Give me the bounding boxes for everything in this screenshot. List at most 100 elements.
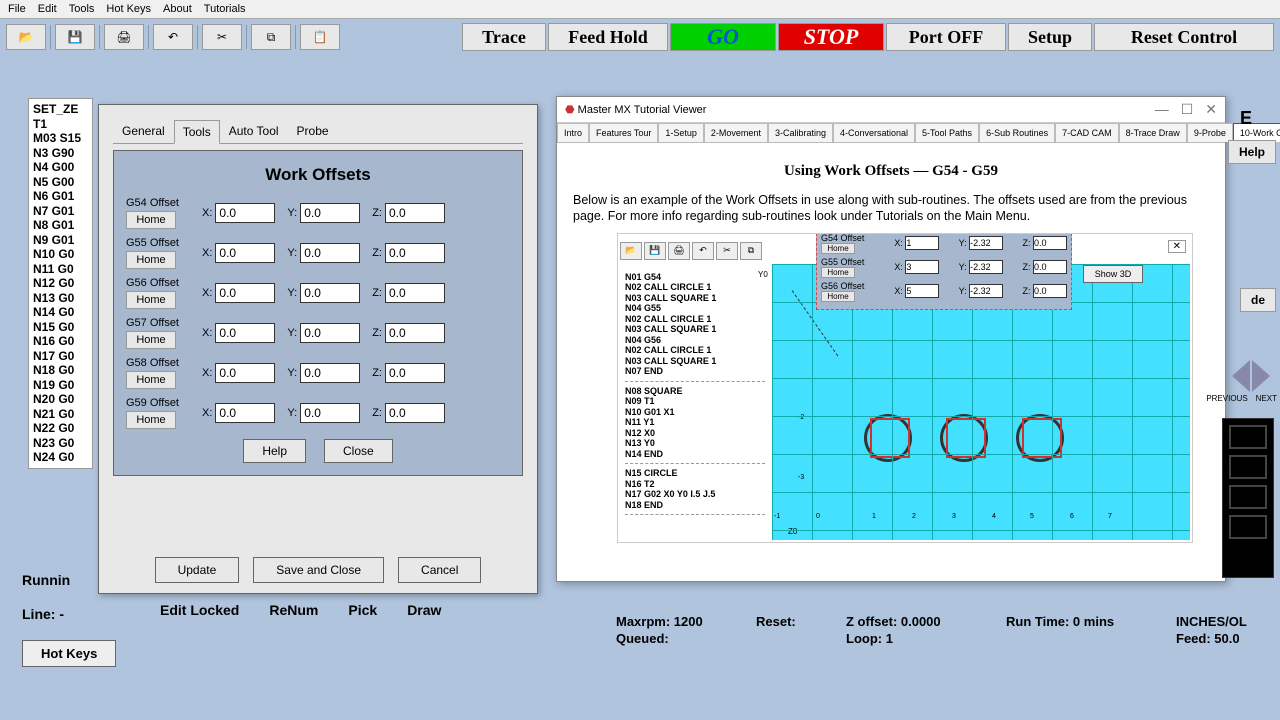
- tutorial-tab[interactable]: 3-Calibrating: [768, 123, 833, 142]
- home-button[interactable]: Home: [126, 371, 176, 389]
- pick-button[interactable]: Pick: [348, 602, 377, 618]
- x-input[interactable]: [215, 243, 275, 263]
- mini-undo-icon: ↶: [692, 242, 714, 260]
- home-button[interactable]: Home: [126, 291, 176, 309]
- tutorial-tab[interactable]: 5-Tool Paths: [915, 123, 979, 142]
- units-status: INCHES/OL: [1176, 614, 1280, 629]
- close-icon[interactable]: ✕: [1205, 101, 1217, 118]
- tutorial-tab[interactable]: 7-CAD CAM: [1055, 123, 1119, 142]
- menu-file[interactable]: File: [8, 3, 26, 15]
- mini-copy-icon: ⧉: [740, 242, 762, 260]
- z-input[interactable]: [385, 323, 445, 343]
- draw-button[interactable]: Draw: [407, 602, 441, 618]
- right-dark-panel: [1222, 418, 1274, 578]
- x-input[interactable]: [215, 203, 275, 223]
- mini-gcode: N01 G54N02 CALL CIRCLE 1N03 CALL SQUARE …: [621, 268, 769, 524]
- port-button[interactable]: Port OFF: [886, 23, 1006, 51]
- reset-label: Reset:: [756, 614, 846, 629]
- help-side-button[interactable]: Help: [1228, 140, 1276, 164]
- run-time-status: Run Time: 0 mins: [1006, 614, 1176, 629]
- tutorial-tab[interactable]: Features Tour: [589, 123, 658, 142]
- tutorial-tab[interactable]: 4-Conversational: [833, 123, 915, 142]
- x-input[interactable]: [215, 283, 275, 303]
- home-button[interactable]: Home: [126, 411, 176, 429]
- feed-hold-button[interactable]: Feed Hold: [548, 23, 668, 51]
- dialog-tabs: General Tools Auto Tool Probe: [113, 119, 523, 144]
- menu-tutorials[interactable]: Tutorials: [204, 3, 246, 15]
- z-input[interactable]: [385, 283, 445, 303]
- setup-button[interactable]: Setup: [1008, 23, 1092, 51]
- right-status-bar: Maxrpm: 1200 Reset: Z offset: 0.0000 Run…: [616, 614, 1272, 646]
- cut-icon[interactable]: ✂: [202, 24, 242, 50]
- close-button[interactable]: Close: [324, 439, 393, 463]
- undo-icon[interactable]: ↶: [153, 24, 193, 50]
- hot-keys-button[interactable]: Hot Keys: [22, 640, 116, 667]
- gcode-list[interactable]: SET_ZET1M03 S15N3 G90N4 G00N5 G00N6 G01N…: [28, 98, 93, 469]
- z-input[interactable]: [385, 363, 445, 383]
- y-input[interactable]: [300, 243, 360, 263]
- x-input[interactable]: [215, 403, 275, 423]
- tab-tools[interactable]: Tools: [174, 120, 220, 144]
- previous-button[interactable]: [1232, 360, 1250, 392]
- open-icon[interactable]: 📂: [6, 24, 46, 50]
- copy-icon[interactable]: ⧉: [251, 24, 291, 50]
- next-button[interactable]: [1252, 360, 1270, 392]
- tutorial-tab[interactable]: 8-Trace Draw: [1119, 123, 1187, 142]
- menu-edit[interactable]: Edit: [38, 3, 57, 15]
- tutorial-viewer-window: ⬣ Master MX Tutorial Viewer — ☐ ✕ IntroF…: [556, 96, 1226, 582]
- y-input[interactable]: [300, 363, 360, 383]
- maximize-icon[interactable]: ☐: [1181, 101, 1194, 118]
- z-input[interactable]: [385, 243, 445, 263]
- home-button[interactable]: Home: [126, 211, 176, 229]
- trace-button[interactable]: Trace: [462, 23, 546, 51]
- edit-locked-button[interactable]: Edit Locked: [160, 602, 239, 618]
- tab-probe[interactable]: Probe: [288, 119, 338, 143]
- z-input[interactable]: [385, 403, 445, 423]
- y-input[interactable]: [300, 283, 360, 303]
- show-3d-button: Show 3D: [1083, 265, 1143, 283]
- menu-tools[interactable]: Tools: [69, 3, 95, 15]
- renum-button[interactable]: ReNum: [269, 602, 318, 618]
- mini-offset-box: Show 3D G54 OffsetHome X: Y: Z: G55 Offs…: [816, 233, 1072, 310]
- queued-status: Queued:: [616, 631, 756, 646]
- save-and-close-button[interactable]: Save and Close: [253, 557, 384, 583]
- work-offsets-dialog: General Tools Auto Tool Probe Work Offse…: [98, 104, 538, 594]
- de-side-button[interactable]: de: [1240, 288, 1276, 312]
- tab-general[interactable]: General: [113, 119, 174, 143]
- tutorial-tab[interactable]: 2-Movement: [704, 123, 768, 142]
- mini-save-icon: 💾: [644, 242, 666, 260]
- reset-control-button[interactable]: Reset Control: [1094, 23, 1274, 51]
- offset-label: G59 Offset: [126, 397, 190, 409]
- tab-autotool[interactable]: Auto Tool: [220, 119, 288, 143]
- next-label: NEXT: [1256, 394, 1277, 403]
- tutorial-titlebar[interactable]: ⬣ Master MX Tutorial Viewer — ☐ ✕: [557, 97, 1225, 123]
- x-input[interactable]: [215, 363, 275, 383]
- y-input[interactable]: [300, 323, 360, 343]
- offset-label: G58 Offset: [126, 357, 190, 369]
- tutorial-tab[interactable]: 6-Sub Routines: [979, 123, 1055, 142]
- cancel-button[interactable]: Cancel: [398, 557, 481, 583]
- tutorial-tab[interactable]: 1-Setup: [658, 123, 704, 142]
- z-input[interactable]: [385, 203, 445, 223]
- y-input[interactable]: [300, 203, 360, 223]
- stop-button[interactable]: STOP: [778, 23, 884, 51]
- save-icon[interactable]: 💾: [55, 24, 95, 50]
- offset-label: G57 Offset: [126, 317, 190, 329]
- help-button[interactable]: Help: [243, 439, 306, 463]
- tutorial-tab[interactable]: 9-Probe: [1187, 123, 1233, 142]
- tutorial-tab[interactable]: Intro: [557, 123, 589, 142]
- y-input[interactable]: [300, 403, 360, 423]
- offset-row-g54-offset: G54 OffsetHome X: Y: Z:: [126, 197, 510, 229]
- home-button[interactable]: Home: [126, 331, 176, 349]
- home-button[interactable]: Home: [126, 251, 176, 269]
- minimize-icon[interactable]: —: [1155, 101, 1169, 118]
- go-button[interactable]: GO: [670, 23, 776, 51]
- menu-about[interactable]: About: [163, 3, 192, 15]
- update-button[interactable]: Update: [155, 557, 240, 583]
- x-input[interactable]: [215, 323, 275, 343]
- menu-hotkeys[interactable]: Hot Keys: [106, 3, 151, 15]
- previous-label: PREVIOUS: [1206, 394, 1247, 403]
- paste-icon[interactable]: 📋: [300, 24, 340, 50]
- print-icon[interactable]: 🖨: [104, 24, 144, 50]
- offset-row-g55-offset: G55 OffsetHome X: Y: Z:: [126, 237, 510, 269]
